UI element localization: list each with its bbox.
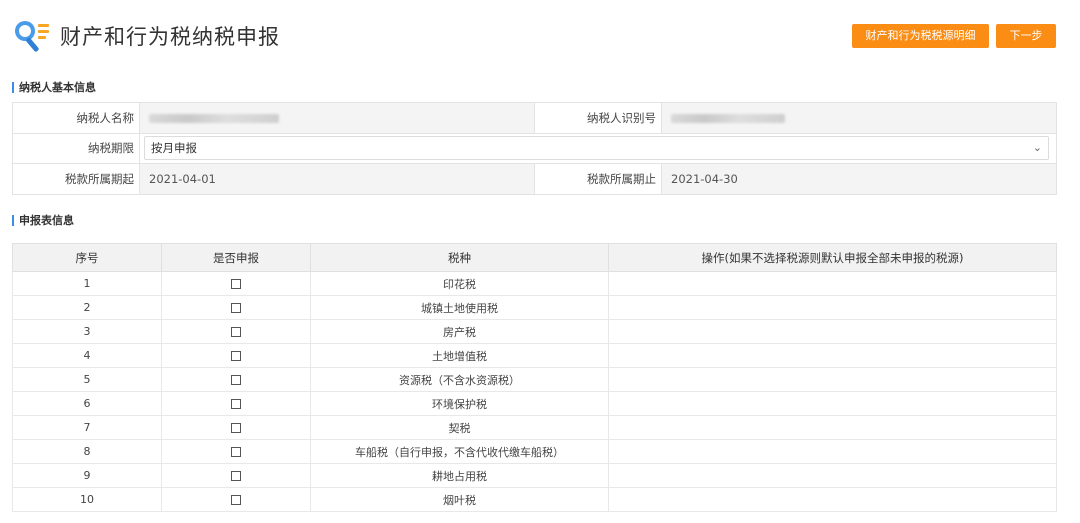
search-document-icon: [15, 21, 49, 52]
declaration-section-title: 申报表信息: [12, 214, 74, 227]
table-row: 5 资源税（不含水资源税）: [12, 367, 1057, 392]
row-no: 7: [12, 415, 162, 440]
table-row: 1 印花税: [12, 271, 1057, 296]
row-no: 2: [12, 295, 162, 320]
row-no: 4: [12, 343, 162, 368]
row-no: 9: [12, 463, 162, 488]
period-label: 纳税期限: [12, 132, 140, 164]
declare-cell: [161, 391, 311, 416]
operation-cell: [608, 415, 1057, 440]
declare-cell: [161, 415, 311, 440]
declare-cell: [161, 271, 311, 296]
period-start-label: 税款所属期起: [12, 163, 140, 195]
chevron-down-icon: ⌄: [1032, 141, 1042, 155]
declare-checkbox[interactable]: [231, 303, 241, 313]
declare-checkbox[interactable]: [231, 423, 241, 433]
table-row: 3 房产税: [12, 319, 1057, 344]
declare-checkbox[interactable]: [231, 471, 241, 481]
declare-cell: [161, 439, 311, 464]
row-no: 6: [12, 391, 162, 416]
operation-cell: [608, 391, 1057, 416]
next-step-button[interactable]: 下一步: [996, 24, 1056, 48]
column-header-operation: 操作(如果不选择税源则默认申报全部未申报的税源): [608, 243, 1057, 272]
column-header-tax-type: 税种: [310, 243, 609, 272]
operation-cell: [608, 463, 1057, 488]
declare-cell: [161, 343, 311, 368]
taxpayer-id-label: 纳税人识别号: [534, 102, 662, 134]
declare-checkbox[interactable]: [231, 351, 241, 361]
tax-type: 烟叶税: [310, 487, 609, 512]
operation-cell: [608, 271, 1057, 296]
declare-cell: [161, 295, 311, 320]
declare-checkbox[interactable]: [231, 399, 241, 409]
operation-cell: [608, 295, 1057, 320]
period-start-value: 2021-04-01: [139, 163, 535, 195]
row-no: 1: [12, 271, 162, 296]
declare-checkbox[interactable]: [231, 327, 241, 337]
taxpayer-id-value: [661, 102, 1057, 134]
table-row: 4 土地增值税: [12, 343, 1057, 368]
tax-type: 房产税: [310, 319, 609, 344]
declaration-table: 序号 是否申报 税种 操作(如果不选择税源则默认申报全部未申报的税源) 1 印花…: [12, 243, 1057, 512]
row-no: 5: [12, 367, 162, 392]
table-row: 7 契税: [12, 415, 1057, 440]
declare-cell: [161, 487, 311, 512]
tax-type: 印花税: [310, 271, 609, 296]
tax-source-detail-button[interactable]: 财产和行为税税源明细: [852, 24, 989, 48]
table-row: 6 环境保护税: [12, 391, 1057, 416]
header: 财产和行为税纳税申报 财产和行为税税源明细 下一步: [0, 0, 1080, 70]
declare-cell: [161, 319, 311, 344]
tax-type: 土地增值税: [310, 343, 609, 368]
tax-type: 环境保护税: [310, 391, 609, 416]
row-no: 3: [12, 319, 162, 344]
basic-info-table: 纳税人名称 纳税人识别号 纳税期限 按月申报 ⌄ 税款所属期起 2021-04-…: [12, 102, 1057, 195]
declare-checkbox[interactable]: [231, 375, 241, 385]
operation-cell: [608, 439, 1057, 464]
tax-type: 城镇土地使用税: [310, 295, 609, 320]
declare-cell: [161, 367, 311, 392]
declare-checkbox[interactable]: [231, 447, 241, 457]
tax-type: 车船税（自行申报，不含代收代缴车船税）: [310, 439, 609, 464]
tax-type: 耕地占用税: [310, 463, 609, 488]
declare-cell: [161, 463, 311, 488]
row-no: 8: [12, 439, 162, 464]
table-row: 10 烟叶税: [12, 487, 1057, 512]
period-end-label: 税款所属期止: [534, 163, 662, 195]
tax-type: 资源税（不含水资源税）: [310, 367, 609, 392]
period-select-value: 按月申报: [151, 141, 197, 156]
page-title: 财产和行为税纳税申报: [60, 25, 280, 49]
period-select[interactable]: 按月申报 ⌄: [144, 136, 1049, 161]
table-row: 2 城镇土地使用税: [12, 295, 1057, 320]
operation-cell: [608, 367, 1057, 392]
period-end-value: 2021-04-30: [661, 163, 1057, 195]
operation-cell: [608, 487, 1057, 512]
operation-cell: [608, 319, 1057, 344]
operation-cell: [608, 343, 1057, 368]
basic-info-section-title: 纳税人基本信息: [12, 81, 96, 94]
taxpayer-name-value: [139, 102, 535, 134]
declaration-header-row: 序号 是否申报 税种 操作(如果不选择税源则默认申报全部未申报的税源): [12, 243, 1057, 272]
taxpayer-name-label: 纳税人名称: [12, 102, 140, 134]
column-header-no: 序号: [12, 243, 162, 272]
declare-checkbox[interactable]: [231, 279, 241, 289]
declare-checkbox[interactable]: [231, 495, 241, 505]
period-select-cell: 按月申报 ⌄: [139, 132, 1057, 164]
table-row: 9 耕地占用税: [12, 463, 1057, 488]
table-row: 8 车船税（自行申报，不含代收代缴车船税）: [12, 439, 1057, 464]
tax-type: 契税: [310, 415, 609, 440]
column-header-declare: 是否申报: [161, 243, 311, 272]
row-no: 10: [12, 487, 162, 512]
